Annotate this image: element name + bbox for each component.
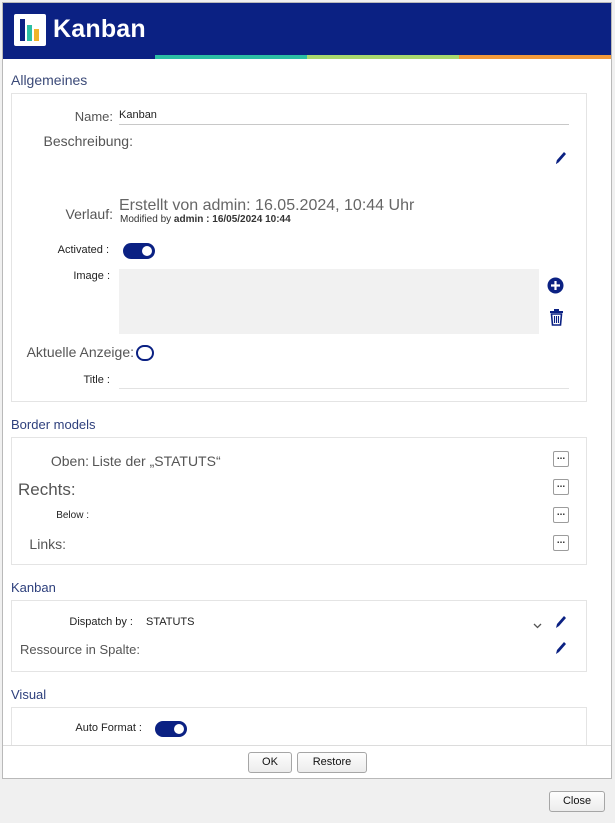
app-title: Kanban <box>53 15 146 43</box>
activated-toggle[interactable] <box>123 243 155 259</box>
image-label: Image : <box>73 270 110 282</box>
history-modified-value: admin : 16/05/2024 10:44 <box>173 214 291 225</box>
border-models-card: Oben: Liste der „STATUTS“ ... Rechts: ..… <box>11 437 587 565</box>
description-label: Beschreibung: <box>43 133 133 149</box>
pencil-icon[interactable] <box>554 150 568 171</box>
trash-icon[interactable] <box>549 309 564 331</box>
pencil-icon[interactable] <box>554 640 568 661</box>
activated-label: Activated : <box>57 244 109 256</box>
history-modified: Modified by admin : 16/05/2024 10:44 <box>120 214 291 225</box>
section-title-border-models: Border models <box>11 417 96 432</box>
title-underline <box>119 388 569 389</box>
section-title-general: Allgemeines <box>11 72 88 88</box>
right-label: Rechts: <box>18 480 76 499</box>
kanban-logo-icon <box>14 14 46 46</box>
below-more-button[interactable]: ... <box>553 507 569 523</box>
restore-button[interactable]: Restore <box>297 752 367 773</box>
title-label: Title : <box>83 374 111 386</box>
kanban-card: Dispatch by : STATUTS Ressource in Spalt… <box>11 600 587 672</box>
section-title-visual: Visual <box>11 687 47 702</box>
current-display-toggle[interactable] <box>136 345 154 361</box>
current-display-label: Aktuelle Anzeige: <box>26 344 134 360</box>
history-created: Erstellt von admin: 16.05.2024, 10:44 Uh… <box>119 197 415 214</box>
top-more-button[interactable]: ... <box>553 451 569 467</box>
visual-card: Auto Format : <box>11 707 587 745</box>
below-label: Below : <box>56 510 89 521</box>
top-value: Liste der „STATUTS“ <box>92 453 221 469</box>
add-circle-icon[interactable] <box>547 277 564 299</box>
dispatch-select[interactable]: STATUTS <box>146 616 194 628</box>
name-underline <box>119 124 569 125</box>
footer-divider <box>3 745 611 746</box>
history-label: Verlauf: <box>65 206 113 222</box>
pencil-icon[interactable] <box>554 614 568 635</box>
name-field[interactable]: Kanban <box>119 109 157 121</box>
chevron-down-icon[interactable] <box>533 617 542 635</box>
left-more-button[interactable]: ... <box>553 535 569 551</box>
right-more-button[interactable]: ... <box>553 479 569 495</box>
image-dropzone[interactable] <box>119 269 539 334</box>
history-modified-prefix: Modified by <box>120 214 172 225</box>
header-bar: Kanban <box>3 3 611 55</box>
color-stripe <box>3 55 611 59</box>
top-label: Oben: <box>50 453 89 469</box>
auto-format-toggle[interactable] <box>155 721 187 737</box>
general-card: Name: Kanban Beschreibung: Verlauf: Erst… <box>11 93 587 402</box>
dispatch-label: Dispatch by : <box>69 616 133 628</box>
resource-label: Ressource in Spalte: <box>20 642 140 657</box>
dialog-window: Kanban Allgemeines Name: Kanban Beschrei… <box>2 2 612 779</box>
name-label: Name: <box>74 109 113 124</box>
auto-format-label: Auto Format : <box>75 722 142 734</box>
left-label: Links: <box>29 536 66 552</box>
section-title-kanban: Kanban <box>11 580 56 595</box>
close-button[interactable]: Close <box>549 791 605 812</box>
ok-button[interactable]: OK <box>248 752 292 773</box>
